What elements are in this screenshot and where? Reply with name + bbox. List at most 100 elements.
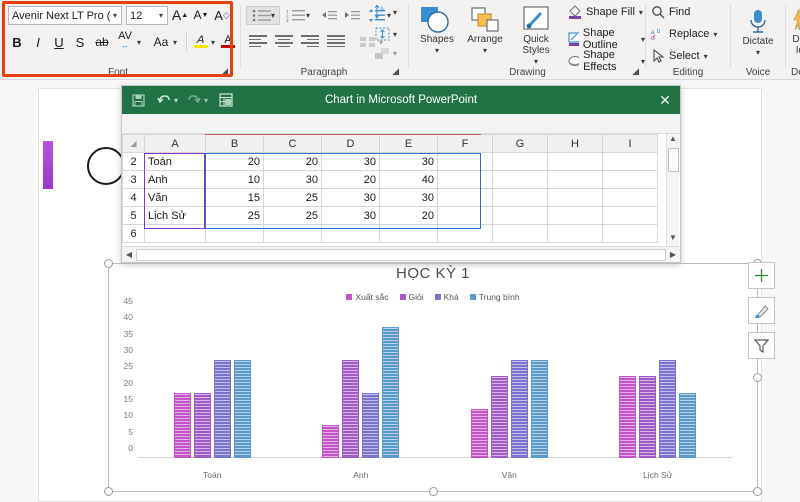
row-header-2[interactable]: 2: [122, 152, 145, 171]
resize-handle-bottom-center[interactable]: [429, 487, 438, 496]
change-case-chevron-icon[interactable]: ▾: [173, 38, 177, 47]
justify-button[interactable]: [325, 33, 347, 51]
resize-handle-bottom-left[interactable]: [104, 487, 113, 496]
table-row[interactable]: 2 Toán 20 20 30 30: [122, 152, 658, 171]
bar[interactable]: [342, 311, 360, 458]
legend-item[interactable]: Xuất sắc: [346, 292, 389, 302]
select-all-corner[interactable]: ◢: [122, 134, 145, 153]
edit-data-icon[interactable]: [216, 91, 236, 109]
align-text-chevron-icon[interactable]: ▾: [393, 30, 397, 39]
bar[interactable]: [233, 311, 251, 458]
bar[interactable]: [619, 311, 637, 458]
cell[interactable]: 20: [321, 170, 380, 189]
cell[interactable]: 15: [205, 188, 264, 207]
select-chevron-icon[interactable]: ▾: [704, 52, 708, 61]
shape-fill-button[interactable]: Shape Fill ▾: [568, 5, 643, 19]
decrease-font-size-button[interactable]: A ▼: [191, 5, 211, 25]
chart-object[interactable]: HỌC KỲ 1 Xuất sắc Giỏi Khá Trung bình 45 40 3…: [108, 259, 758, 488]
column-header-D[interactable]: D: [321, 134, 380, 153]
cell[interactable]: [547, 188, 603, 207]
scroll-left-icon[interactable]: ◀: [122, 250, 136, 259]
numbering-button[interactable]: 1 2 3: [285, 6, 307, 25]
cell[interactable]: [602, 170, 658, 189]
quick-styles-chevron-icon[interactable]: ▾: [534, 57, 538, 66]
cell[interactable]: [602, 188, 658, 207]
cell[interactable]: Lịch Sử: [144, 206, 206, 225]
text-direction-button[interactable]: A: [372, 3, 392, 21]
increase-indent-button[interactable]: [342, 6, 362, 25]
cell[interactable]: [437, 224, 493, 243]
replace-chevron-icon[interactable]: ▾: [713, 30, 717, 39]
bar[interactable]: [173, 311, 191, 458]
cell[interactable]: [492, 224, 548, 243]
cell[interactable]: 10: [205, 170, 264, 189]
text-highlight-color-button[interactable]: A: [192, 30, 210, 52]
cell[interactable]: [547, 152, 603, 171]
cell[interactable]: [492, 188, 548, 207]
character-spacing-button[interactable]: AV ↔: [114, 30, 136, 52]
font-color-button[interactable]: A: [219, 30, 237, 52]
chevron-down-icon[interactable]: ▾: [113, 11, 117, 20]
cell[interactable]: [263, 224, 322, 243]
align-center-button[interactable]: [273, 33, 295, 51]
cell[interactable]: [379, 224, 438, 243]
change-case-button[interactable]: Aa: [150, 32, 172, 52]
character-spacing-chevron-icon[interactable]: ▾: [137, 38, 141, 47]
legend-item[interactable]: Khá: [434, 292, 459, 302]
bar[interactable]: [510, 311, 528, 458]
cell[interactable]: [437, 170, 493, 189]
chart-styles-button[interactable]: [748, 297, 775, 324]
bar[interactable]: [470, 311, 488, 458]
bar[interactable]: [382, 311, 400, 458]
legend-item[interactable]: Giỏi: [399, 292, 424, 302]
cell[interactable]: [602, 206, 658, 225]
chart-filters-button[interactable]: [748, 332, 775, 359]
spreadsheet-grid[interactable]: ◢ A B C D E F G H I 2 Toán 20 20 30 30 3 Anh 10 30 20 40 4 Văn 1…: [122, 134, 680, 246]
cell[interactable]: 20: [205, 152, 264, 171]
save-icon[interactable]: [128, 91, 148, 109]
column-header-E[interactable]: E: [379, 134, 438, 153]
table-row[interactable]: 4 Văn 15 25 30 30: [122, 188, 658, 207]
bar[interactable]: [213, 311, 231, 458]
cell[interactable]: 40: [379, 170, 438, 189]
bar[interactable]: [490, 311, 508, 458]
redo-chevron-icon[interactable]: ▾: [204, 96, 208, 105]
clear-formatting-button[interactable]: A ◇: [212, 5, 232, 25]
circle-outline-shape[interactable]: [87, 147, 125, 185]
replace-button[interactable]: a b c Replace ▾: [651, 27, 717, 41]
shape-fill-chevron-icon[interactable]: ▾: [639, 8, 643, 17]
arrange-chevron-icon[interactable]: ▾: [462, 45, 508, 56]
find-button[interactable]: Find: [651, 5, 690, 19]
scroll-down-icon[interactable]: ▼: [667, 233, 679, 246]
column-header-B[interactable]: B: [205, 134, 264, 153]
bar[interactable]: [639, 311, 657, 458]
bar[interactable]: [679, 311, 697, 458]
undo-icon[interactable]: [154, 91, 174, 109]
chart-quick-buttons[interactable]: [748, 262, 778, 367]
dictate-button[interactable]: Dictate ▾: [735, 6, 781, 58]
resize-handle-bottom-right[interactable]: [753, 487, 762, 496]
cell[interactable]: [547, 224, 603, 243]
italic-button[interactable]: I: [29, 32, 47, 52]
cell[interactable]: Toán: [144, 152, 206, 171]
align-text-button[interactable]: [372, 25, 392, 43]
bar[interactable]: [322, 311, 340, 458]
highlight-chevron-icon[interactable]: ▾: [211, 38, 215, 47]
chevron-down-icon[interactable]: ▾: [159, 11, 163, 20]
column-header-G[interactable]: G: [492, 134, 548, 153]
cell[interactable]: 30: [321, 206, 380, 225]
cell[interactable]: 25: [263, 188, 322, 207]
column-header-A[interactable]: A: [144, 134, 206, 153]
cell[interactable]: [321, 224, 380, 243]
bar[interactable]: [530, 311, 548, 458]
smartart-chevron-icon[interactable]: ▾: [393, 49, 397, 58]
cell[interactable]: 20: [263, 152, 322, 171]
bold-button[interactable]: B: [8, 32, 26, 52]
cell[interactable]: Văn: [144, 188, 206, 207]
cell[interactable]: 20: [379, 206, 438, 225]
chart-elements-button[interactable]: [748, 262, 775, 289]
column-header-H[interactable]: H: [547, 134, 603, 153]
legend-item[interactable]: Trung bình: [469, 292, 520, 302]
dictate-chevron-icon[interactable]: ▾: [735, 47, 781, 58]
bar[interactable]: [362, 311, 380, 458]
